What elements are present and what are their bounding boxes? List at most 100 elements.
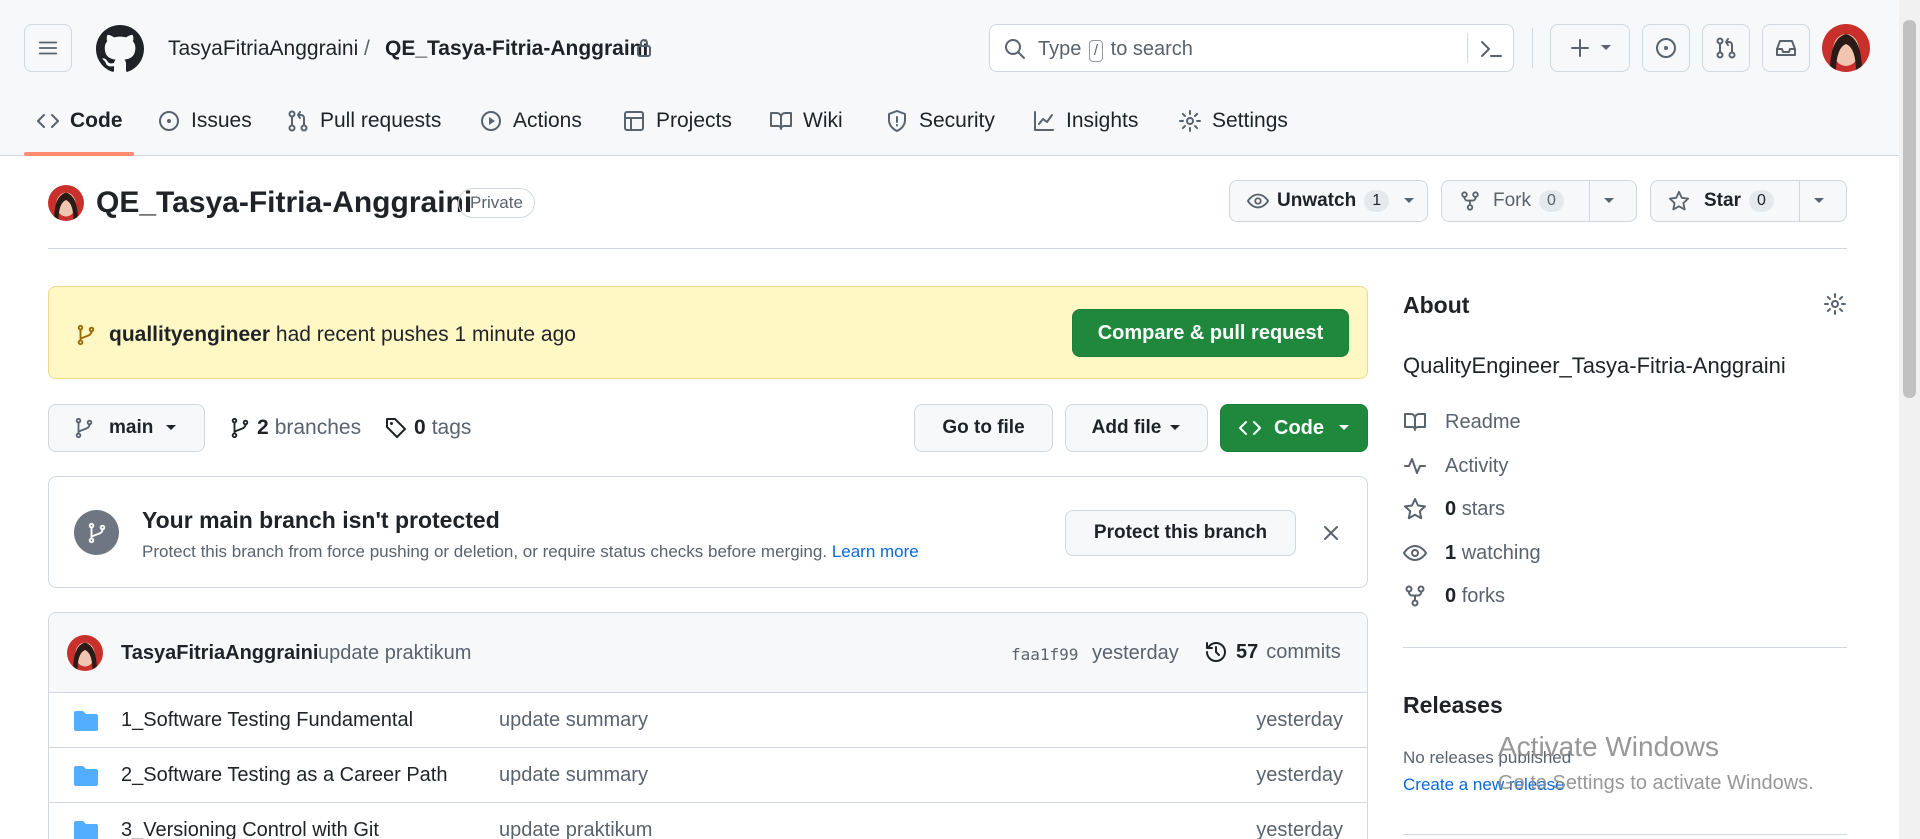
caret-down-icon[interactable] bbox=[1813, 197, 1825, 205]
tab-pull-requests[interactable]: Pull requests bbox=[286, 104, 441, 138]
tags-link[interactable]: 0 tags bbox=[384, 416, 471, 440]
tab-wiki[interactable]: Wiki bbox=[769, 104, 843, 138]
scrollbar-thumb[interactable] bbox=[1903, 20, 1916, 398]
fork-icon bbox=[1405, 585, 1425, 607]
windows-watermark-title: Activate Windows bbox=[1498, 731, 1719, 762]
tab-actions[interactable]: Actions bbox=[479, 104, 582, 138]
branch-icon bbox=[231, 417, 249, 439]
history-icon bbox=[1206, 642, 1226, 662]
lock-icon bbox=[637, 39, 651, 57]
push-user[interactable]: quallityengineer bbox=[109, 323, 270, 346]
table-row[interactable]: 2_Software Testing as a Career Path upda… bbox=[49, 748, 1367, 803]
tab-settings[interactable]: Settings bbox=[1178, 104, 1288, 138]
table-row[interactable]: 1_Software Testing Fundamental update su… bbox=[49, 693, 1367, 748]
folder-icon bbox=[74, 711, 98, 731]
watch-count: 1 bbox=[1364, 190, 1390, 212]
breadcrumb-separator: / bbox=[364, 37, 370, 60]
fork-count: 0 bbox=[1539, 190, 1564, 212]
caret-down-icon[interactable] bbox=[1603, 197, 1615, 205]
commit-author-avatar[interactable] bbox=[67, 635, 103, 671]
latest-commit-row: TasyaFitriaAnggraini update praktikum fa… bbox=[49, 613, 1367, 693]
file-date: yesterday bbox=[1256, 709, 1343, 731]
add-file-button[interactable]: Add file bbox=[1065, 404, 1208, 452]
repo-title[interactable]: QE_Tasya-Fitria-Anggraini bbox=[96, 186, 472, 220]
tab-insights[interactable]: Insights bbox=[1032, 104, 1138, 138]
commit-message[interactable]: update praktikum bbox=[318, 642, 471, 665]
file-commit-message[interactable]: update summary bbox=[499, 709, 648, 732]
commits-link[interactable]: 57 commits bbox=[1204, 640, 1341, 664]
hamburger-icon bbox=[38, 41, 58, 55]
inbox-icon bbox=[1776, 40, 1796, 56]
table-row[interactable]: 3_Versioning Control with Git update pra… bbox=[49, 803, 1367, 839]
command-palette-icon[interactable] bbox=[1479, 38, 1503, 60]
search-icon bbox=[1005, 39, 1025, 59]
learn-more-link[interactable]: Learn more bbox=[832, 542, 919, 561]
tab-issues[interactable]: Issues bbox=[157, 104, 252, 138]
code-dropdown-button[interactable]: Code bbox=[1220, 404, 1368, 452]
tab-projects[interactable]: Projects bbox=[622, 104, 732, 138]
protect-branch-button[interactable]: Protect this branch bbox=[1065, 510, 1296, 556]
breadcrumb-repo[interactable]: QE_Tasya-Fitria-Anggraini bbox=[385, 37, 648, 61]
branches-link[interactable]: 2 branches bbox=[229, 416, 361, 440]
close-icon[interactable] bbox=[1321, 523, 1341, 543]
commit-author[interactable]: TasyaFitriaAnggraini bbox=[121, 642, 318, 665]
play-icon bbox=[481, 111, 501, 131]
github-logo-icon[interactable] bbox=[96, 25, 144, 73]
go-to-file-button[interactable]: Go to file bbox=[914, 404, 1053, 452]
star-icon bbox=[1404, 498, 1426, 520]
gear-icon bbox=[1179, 110, 1201, 132]
pull-requests-button[interactable] bbox=[1702, 24, 1750, 72]
star-button[interactable]: Star 0 bbox=[1651, 181, 1799, 221]
caret-down-icon bbox=[1339, 425, 1349, 430]
branch-selector[interactable]: main bbox=[48, 404, 205, 452]
pull-request-icon bbox=[288, 110, 308, 132]
tab-security[interactable]: Security bbox=[885, 104, 995, 138]
readme-link[interactable]: Readme bbox=[1403, 410, 1521, 434]
fork-button[interactable]: Fork 0 bbox=[1442, 181, 1589, 221]
shield-icon bbox=[888, 110, 906, 132]
file-name[interactable]: 1_Software Testing Fundamental bbox=[121, 709, 413, 732]
star-icon bbox=[1668, 190, 1690, 211]
file-name[interactable]: 2_Software Testing as a Career Path bbox=[121, 764, 447, 787]
protect-title: Your main branch isn't protected bbox=[142, 507, 500, 533]
stars-link[interactable]: 0 stars bbox=[1403, 497, 1505, 521]
pull-request-icon bbox=[1716, 37, 1736, 59]
file-name[interactable]: 3_Versioning Control with Git bbox=[121, 819, 379, 839]
graph-icon bbox=[1034, 111, 1054, 131]
breadcrumb-owner[interactable]: TasyaFitriaAnggraini bbox=[168, 37, 358, 61]
eye-icon bbox=[1403, 545, 1427, 561]
search-input[interactable]: Type / to search bbox=[989, 24, 1514, 72]
compare-pull-request-button[interactable]: Compare & pull request bbox=[1072, 309, 1349, 357]
issues-button[interactable] bbox=[1642, 24, 1690, 72]
caret-down-icon bbox=[1170, 425, 1181, 430]
inbox-button[interactable] bbox=[1762, 24, 1810, 72]
unwatch-button[interactable]: Unwatch 1 bbox=[1229, 180, 1428, 222]
commit-sha[interactable]: faa1f99 bbox=[1011, 645, 1078, 664]
fork-icon bbox=[1461, 191, 1479, 211]
file-date: yesterday bbox=[1256, 819, 1343, 839]
star-count: 0 bbox=[1748, 190, 1774, 212]
file-commit-message[interactable]: update praktikum bbox=[499, 819, 652, 839]
user-avatar[interactable] bbox=[1822, 24, 1870, 72]
search-placeholder: Type / to search bbox=[1038, 38, 1193, 62]
create-new-button[interactable] bbox=[1550, 24, 1630, 72]
about-description: QualityEngineer_Tasya-Fitria-Anggraini bbox=[1403, 353, 1786, 378]
releases-heading[interactable]: Releases bbox=[1403, 692, 1503, 719]
caret-down-icon bbox=[166, 425, 177, 430]
forks-link[interactable]: 0 forks bbox=[1403, 584, 1505, 608]
fork-button-group: Fork 0 bbox=[1441, 180, 1637, 222]
gear-icon[interactable] bbox=[1823, 292, 1847, 316]
protect-branch-icon bbox=[74, 510, 119, 555]
activity-link[interactable]: Activity bbox=[1403, 454, 1508, 478]
branch-protection-notice: Your main branch isn't protected Protect… bbox=[48, 476, 1368, 588]
watching-link[interactable]: 1 watching bbox=[1403, 541, 1541, 565]
sidebar-divider bbox=[1403, 834, 1847, 835]
repo-owner-avatar[interactable] bbox=[48, 185, 84, 221]
tab-code[interactable]: Code bbox=[36, 104, 123, 138]
file-commit-message[interactable]: update summary bbox=[499, 764, 648, 787]
caret-down-icon bbox=[1601, 45, 1611, 50]
menu-button[interactable] bbox=[24, 24, 72, 72]
page-scrollbar[interactable] bbox=[1899, 0, 1920, 839]
issue-icon bbox=[159, 111, 179, 131]
pulse-icon bbox=[1404, 458, 1426, 474]
